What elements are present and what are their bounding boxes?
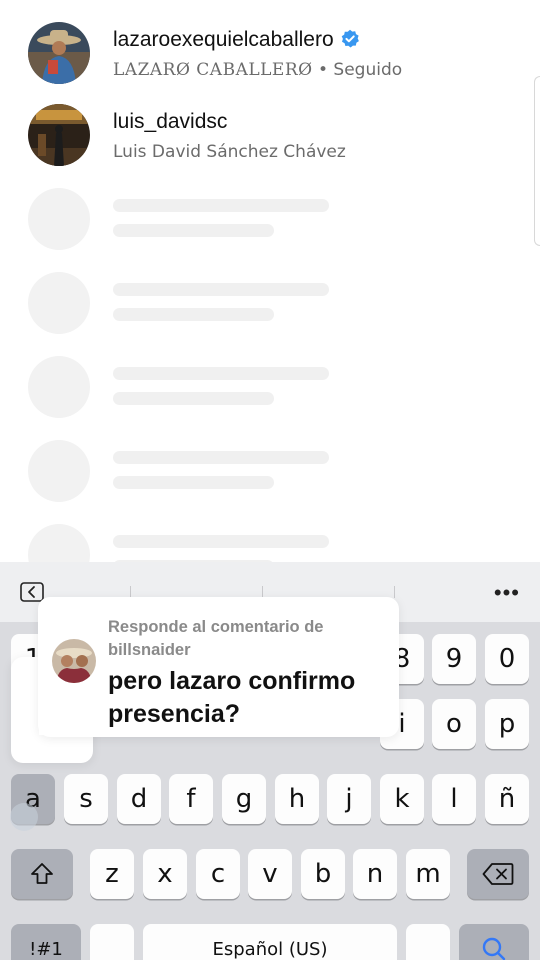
symbols-key[interactable]: !#1 [11, 924, 81, 960]
search-key[interactable] [459, 924, 529, 960]
username[interactable]: luis_davidsc [113, 110, 227, 134]
key-n[interactable]: n [353, 849, 397, 899]
key-s[interactable]: s [64, 774, 108, 824]
key-n-tilde[interactable]: ñ [485, 774, 529, 824]
avatar[interactable] [28, 104, 90, 166]
backspace-icon [482, 863, 514, 885]
touch-indicator [10, 803, 38, 831]
commenter-avatar [52, 639, 96, 683]
comment-text: pero lazaro confirmo presencia? [108, 667, 356, 728]
avatar[interactable] [28, 22, 90, 84]
key-v[interactable]: v [248, 849, 292, 899]
key-m[interactable]: m [406, 849, 450, 899]
key-p[interactable]: p [485, 699, 529, 749]
username[interactable]: lazaroexequielcaballero [113, 28, 360, 52]
follow-status: Seguido [333, 60, 403, 80]
key-g[interactable]: g [222, 774, 266, 824]
more-options-icon[interactable]: ••• [494, 580, 520, 606]
loading-placeholder [0, 440, 540, 510]
user-subtitle: LAZARØ CABALLERØ • Seguido [113, 60, 402, 80]
key-x[interactable]: x [143, 849, 187, 899]
verified-badge-icon [341, 29, 359, 48]
reply-comment-tooltip: Responde al comentario de billsnaider pe… [11, 597, 399, 763]
key-0[interactable]: 0 [485, 634, 529, 684]
key-j[interactable]: j [327, 774, 371, 824]
loading-placeholder [0, 188, 540, 258]
key-9[interactable]: 9 [432, 634, 476, 684]
key-f[interactable]: f [169, 774, 213, 824]
period-key[interactable] [406, 924, 450, 960]
display-name: Luis David Sánchez Chávez [113, 142, 346, 162]
key-b[interactable]: b [301, 849, 345, 899]
reply-context: Responde al comentario de billsnaider [108, 618, 324, 659]
separator: • [312, 60, 334, 80]
display-name: LAZARØ CABALLERØ [113, 60, 313, 80]
key-c[interactable]: c [196, 849, 240, 899]
key-l[interactable]: l [432, 774, 476, 824]
key-z[interactable]: z [90, 849, 134, 899]
key-k[interactable]: k [380, 774, 424, 824]
user-row[interactable]: lazaroexequielcaballero LAZARØ CABALLERØ… [0, 22, 540, 106]
user-row[interactable]: luis_davidsc Luis David Sánchez Chávez [0, 104, 540, 188]
shift-icon [31, 863, 53, 884]
shift-key[interactable] [11, 849, 73, 899]
key-d[interactable]: d [117, 774, 161, 824]
emoji-key[interactable] [90, 924, 134, 960]
search-icon [482, 937, 506, 960]
key-h[interactable]: h [275, 774, 319, 824]
loading-placeholder [0, 272, 540, 342]
username-text: lazaroexequielcaballero [113, 28, 334, 51]
loading-placeholder [0, 356, 540, 426]
space-key[interactable]: Español (US) [143, 924, 397, 960]
key-o[interactable]: o [432, 699, 476, 749]
backspace-key[interactable] [467, 849, 529, 899]
